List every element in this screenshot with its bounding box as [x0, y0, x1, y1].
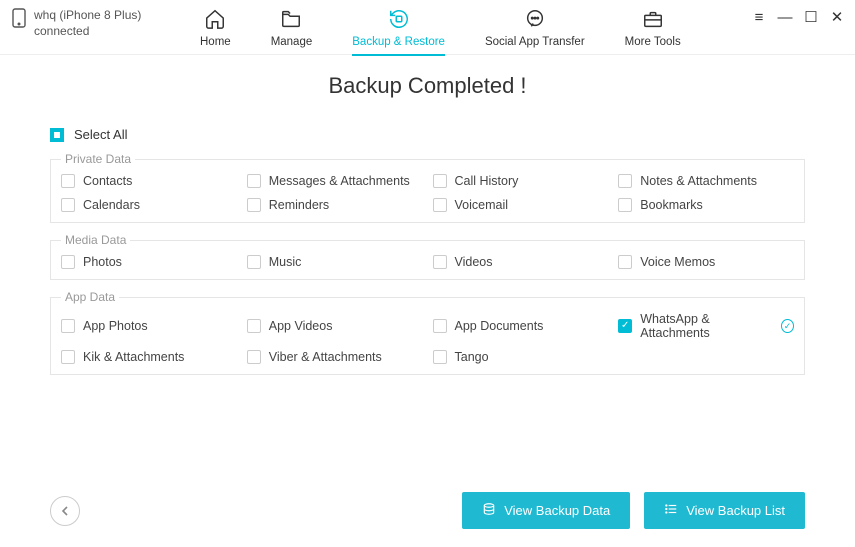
item-call-history[interactable]: Call History [433, 174, 609, 188]
group-legend: Media Data [61, 233, 130, 247]
select-all-checkbox[interactable] [50, 128, 64, 142]
maximize-icon[interactable]: ☐ [803, 8, 819, 26]
nav-backup-restore[interactable]: Backup & Restore [352, 8, 445, 56]
checkbox[interactable] [433, 255, 447, 269]
checkbox[interactable] [433, 174, 447, 188]
checkbox[interactable] [61, 319, 75, 333]
checkbox[interactable] [433, 198, 447, 212]
checkbox[interactable] [61, 255, 75, 269]
checkbox[interactable] [247, 174, 261, 188]
item-label: Kik & Attachments [83, 350, 184, 364]
close-icon[interactable]: ✕ [829, 8, 845, 26]
item-label: Photos [83, 255, 122, 269]
device-name: whq (iPhone 8 Plus) [34, 8, 141, 24]
item-label: Contacts [83, 174, 132, 188]
item-photos[interactable]: Photos [61, 255, 237, 269]
item-music[interactable]: Music [247, 255, 423, 269]
group-media-data: Media Data Photos Music Videos Voice Memos [50, 233, 805, 280]
item-label: Bookmarks [640, 198, 703, 212]
item-calendars[interactable]: Calendars [61, 198, 237, 212]
item-reminders[interactable]: Reminders [247, 198, 423, 212]
item-label: Videos [455, 255, 493, 269]
item-voice-memos[interactable]: Voice Memos [618, 255, 794, 269]
checkbox[interactable] [247, 255, 261, 269]
group-private-data: Private Data Contacts Messages & Attachme… [50, 152, 805, 223]
item-viber-attachments[interactable]: Viber & Attachments [247, 350, 423, 364]
item-label: Notes & Attachments [640, 174, 757, 188]
item-app-documents[interactable]: App Documents [433, 312, 609, 340]
item-label: Messages & Attachments [269, 174, 410, 188]
phone-icon [12, 8, 26, 31]
item-label: Calendars [83, 198, 140, 212]
checkbox[interactable] [247, 198, 261, 212]
item-voicemail[interactable]: Voicemail [433, 198, 609, 212]
checkbox[interactable] [61, 350, 75, 364]
window-controls: ≡ — ☐ ✕ [751, 8, 845, 26]
checkbox[interactable] [61, 198, 75, 212]
checkbox[interactable] [433, 350, 447, 364]
nav-more-tools[interactable]: More Tools [625, 8, 681, 56]
back-button[interactable] [50, 496, 80, 526]
group-legend: App Data [61, 290, 119, 304]
restore-icon [388, 8, 410, 33]
checkbox[interactable] [618, 319, 632, 333]
item-kik-attachments[interactable]: Kik & Attachments [61, 350, 237, 364]
view-backup-data-button[interactable]: View Backup Data [462, 492, 630, 529]
item-label: Voice Memos [640, 255, 715, 269]
item-tango[interactable]: Tango [433, 350, 609, 364]
checkbox[interactable] [618, 174, 632, 188]
group-app-data: App Data App Photos App Videos App Documen… [50, 290, 805, 375]
folder-icon [280, 8, 302, 33]
footer: View Backup Data View Backup List [50, 492, 805, 529]
stack-icon [482, 502, 496, 519]
item-label: Viber & Attachments [269, 350, 382, 364]
item-messages-attachments[interactable]: Messages & Attachments [247, 174, 423, 188]
content-area: Backup Completed ! Select All Private Da… [0, 55, 855, 375]
select-all-row[interactable]: Select All [50, 127, 805, 142]
chat-icon [524, 8, 546, 33]
nav-home[interactable]: Home [200, 8, 231, 56]
nav-social[interactable]: Social App Transfer [485, 8, 585, 56]
select-all-label: Select All [74, 127, 127, 142]
item-label: Reminders [269, 198, 329, 212]
item-whatsapp-attachments[interactable]: WhatsApp & Attachments ✓ [618, 312, 794, 340]
titlebar: whq (iPhone 8 Plus) connected Home Manag… [0, 0, 855, 55]
toolbox-icon [642, 8, 664, 33]
success-icon: ✓ [781, 319, 794, 333]
item-bookmarks[interactable]: Bookmarks [618, 198, 794, 212]
item-label: Call History [455, 174, 519, 188]
item-label: App Documents [455, 319, 544, 333]
checkbox[interactable] [247, 319, 261, 333]
item-label: Voicemail [455, 198, 509, 212]
home-icon [204, 8, 226, 33]
item-label: App Videos [269, 319, 333, 333]
group-legend: Private Data [61, 152, 135, 166]
item-label: WhatsApp & Attachments [640, 312, 769, 340]
item-label: App Photos [83, 319, 148, 333]
menu-icon[interactable]: ≡ [751, 9, 767, 26]
checkbox[interactable] [61, 174, 75, 188]
item-notes-attachments[interactable]: Notes & Attachments [618, 174, 794, 188]
main-nav: Home Manage Backup & Restore Social App … [182, 8, 751, 56]
list-icon [664, 502, 678, 519]
item-contacts[interactable]: Contacts [61, 174, 237, 188]
device-info: whq (iPhone 8 Plus) connected [12, 8, 182, 39]
checkbox[interactable] [433, 319, 447, 333]
item-label: Tango [455, 350, 489, 364]
nav-manage[interactable]: Manage [271, 8, 313, 56]
item-app-videos[interactable]: App Videos [247, 312, 423, 340]
item-videos[interactable]: Videos [433, 255, 609, 269]
minimize-icon[interactable]: — [777, 9, 793, 26]
checkbox[interactable] [618, 198, 632, 212]
view-backup-list-button[interactable]: View Backup List [644, 492, 805, 529]
checkbox[interactable] [618, 255, 632, 269]
page-title: Backup Completed ! [50, 73, 805, 99]
item-label: Music [269, 255, 302, 269]
device-status: connected [34, 24, 141, 40]
item-app-photos[interactable]: App Photos [61, 312, 237, 340]
checkbox[interactable] [247, 350, 261, 364]
